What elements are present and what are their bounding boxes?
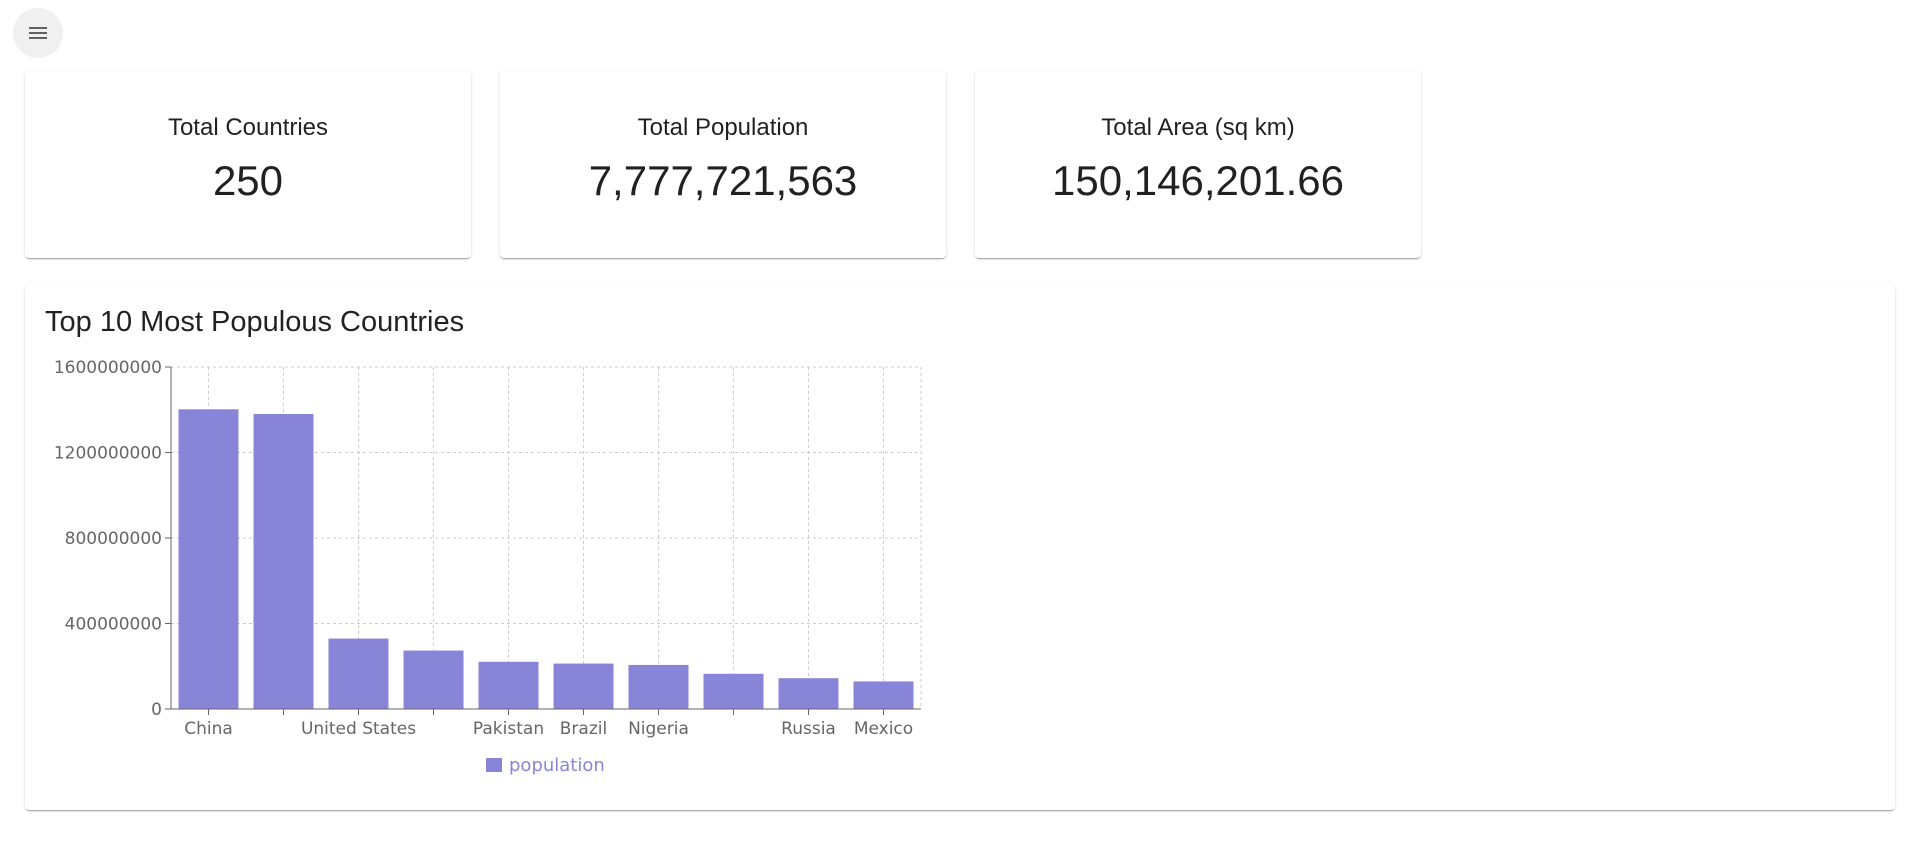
menu-icon xyxy=(26,21,50,45)
y-tick-label: 800000000 xyxy=(65,529,162,549)
population-bar-chart: 0 400000000 800000000 1200000000 1600000000 C… xyxy=(54,358,922,776)
stat-title: Total Population xyxy=(637,114,809,141)
bar-brazil xyxy=(553,663,614,709)
stat-card-total-population: Total Population 7,777,721,563 xyxy=(500,71,946,258)
y-tick-label: 1200000000 xyxy=(54,444,162,464)
stat-value: 150,146,201.66 xyxy=(1052,157,1344,204)
stat-card-total-area: Total Area (sq km) 150,146,201.66 xyxy=(975,71,1421,258)
x-tick-label: Russia xyxy=(781,719,836,739)
bar-india xyxy=(253,414,314,709)
y-tick-label: 400000000 xyxy=(65,615,162,635)
bar-nigeria xyxy=(628,664,689,709)
y-tick-label: 0 xyxy=(151,700,162,720)
chart-card: Top 10 Most Populous Countries 0 40000000… xyxy=(25,284,1895,810)
bar-russia xyxy=(778,678,839,709)
x-tick-label: Nigeria xyxy=(628,719,689,739)
menu-button[interactable] xyxy=(13,8,63,58)
stat-title: Total Countries xyxy=(167,114,329,141)
stat-value: 250 xyxy=(212,157,284,204)
bar-indonesia xyxy=(403,650,464,709)
y-tick-label: 1600000000 xyxy=(54,358,162,378)
stat-value: 7,777,721,563 xyxy=(588,157,858,204)
legend-swatch xyxy=(486,758,502,772)
x-tick-label: United States xyxy=(301,719,416,739)
stat-card-total-countries: Total Countries 250 xyxy=(25,71,471,258)
bar-pakistan xyxy=(478,661,539,709)
bar-bangladesh xyxy=(703,673,764,709)
stat-title: Total Area (sq km) xyxy=(1101,114,1295,141)
bar-china xyxy=(178,409,239,709)
x-tick-label: Brazil xyxy=(560,719,607,739)
legend-label: population xyxy=(509,755,605,776)
bar-united-states xyxy=(328,638,389,709)
x-tick-label: Mexico xyxy=(854,719,913,739)
bar-mexico xyxy=(853,681,914,709)
x-tick-label: China xyxy=(184,719,233,739)
x-tick-label: Pakistan xyxy=(473,719,544,739)
